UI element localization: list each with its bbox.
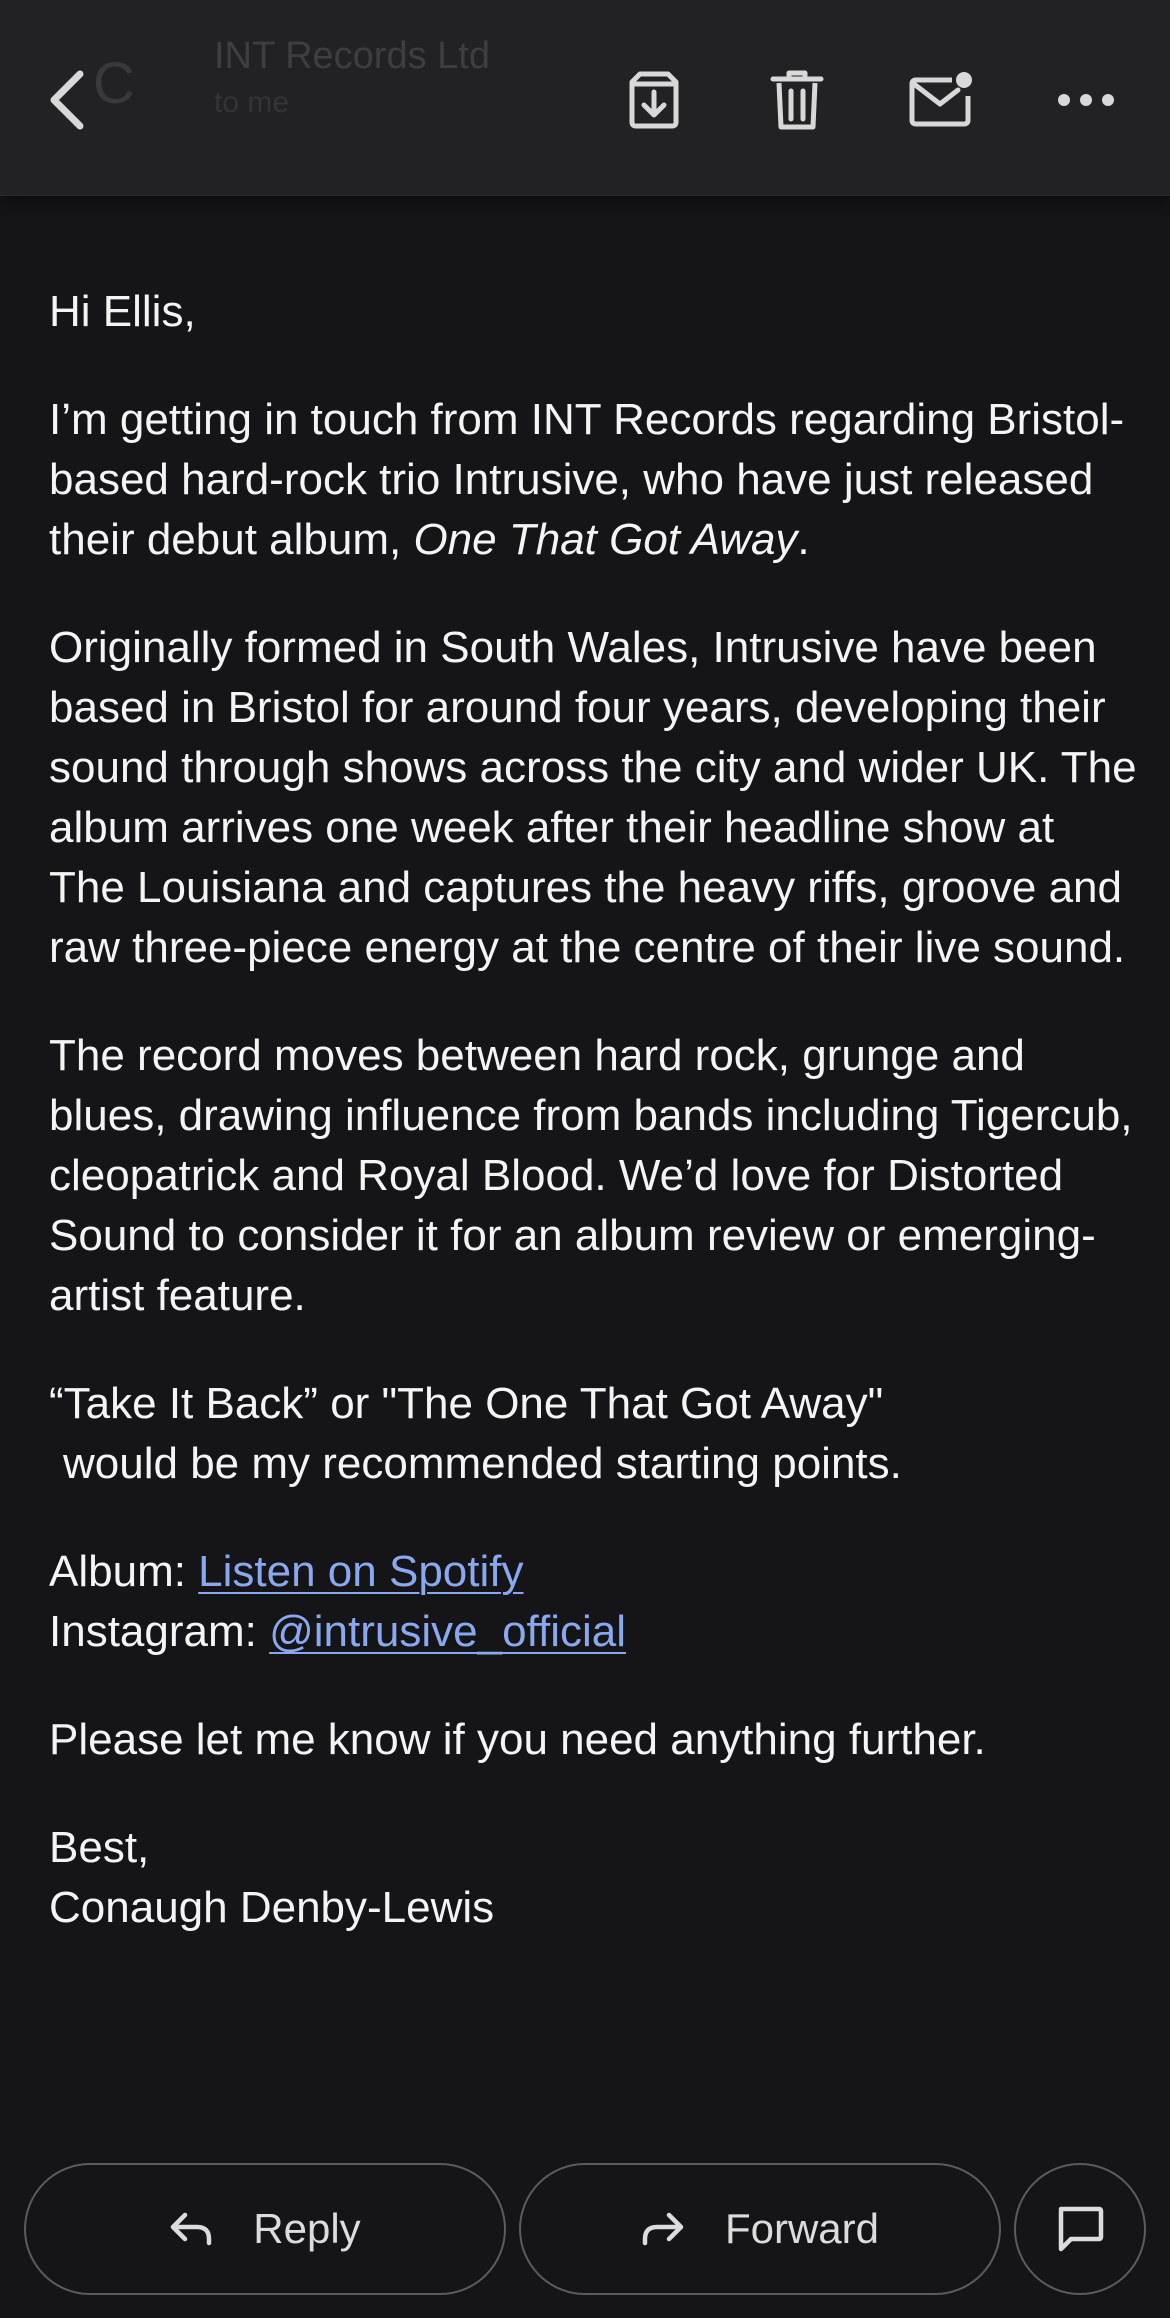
recommendation-line-2: would be my recommended starting points.: [63, 1439, 902, 1488]
mail-unread-icon: [909, 72, 972, 127]
album-title: One That Got Away: [413, 515, 798, 564]
sender-name: INT Records Ltd: [214, 35, 490, 77]
greeting: Hi Ellis,: [49, 287, 196, 336]
more-horizontal-icon: [1058, 94, 1114, 106]
intro-end: .: [797, 515, 810, 564]
back-button[interactable]: [20, 52, 116, 148]
reply-arrow-icon: [171, 2212, 212, 2246]
signature-block: Best, Conaugh Denby-Lewis: [49, 1818, 1139, 1938]
delete-button[interactable]: [749, 52, 845, 148]
forward-button[interactable]: Forward: [519, 2163, 1001, 2295]
paragraph-background: Originally formed in South Wales, Intrus…: [49, 623, 1137, 972]
signature-name: Conaugh Denby-Lewis: [49, 1883, 495, 1932]
email-body: Hi Ellis, I’m getting in touch from INT …: [49, 282, 1139, 1938]
paragraph-links: Album: Listen on Spotify Instagram: @int…: [49, 1542, 1139, 1662]
instagram-link[interactable]: @intrusive_official: [269, 1607, 626, 1656]
signoff: Best,: [49, 1823, 150, 1872]
mark-unread-button[interactable]: [893, 52, 989, 148]
paragraph-closing: Please let me know if you need anything …: [49, 1715, 986, 1764]
spotify-link[interactable]: Listen on Spotify: [198, 1547, 523, 1596]
toolbar: C INT Records Ltd to me: [0, 0, 1170, 196]
reply-button[interactable]: Reply: [24, 2163, 506, 2295]
paragraph-intro: I’m getting in touch from INT Records re…: [49, 390, 1139, 570]
forward-arrow-icon: [642, 2212, 684, 2246]
archive-icon: [629, 71, 679, 129]
paragraph-influences: The record moves between hard rock, grun…: [49, 1031, 1133, 1320]
instagram-label: Instagram:: [49, 1607, 270, 1656]
chevron-left-icon: [50, 70, 84, 130]
album-line: Album: Listen on Spotify: [49, 1542, 1139, 1602]
forward-label: Forward: [724, 2205, 880, 2252]
email-view: C INT Records Ltd to me Hi Ellis, I’m ge…: [0, 0, 1170, 2318]
trash-icon: [770, 70, 824, 130]
archive-button[interactable]: [606, 52, 702, 148]
album-label: Album:: [49, 1547, 199, 1596]
more-button[interactable]: [1038, 52, 1134, 148]
chat-button[interactable]: [1014, 2163, 1146, 2295]
chat-bubble-icon: [1058, 2206, 1104, 2252]
reply-label: Reply: [253, 2205, 361, 2252]
instagram-line: Instagram: @intrusive_official: [49, 1602, 1139, 1662]
recommendation-line-1: “Take It Back” or "The One That Got Away…: [49, 1379, 884, 1428]
paragraph-recommendations: “Take It Back” or "The One That Got Away…: [49, 1374, 1139, 1494]
